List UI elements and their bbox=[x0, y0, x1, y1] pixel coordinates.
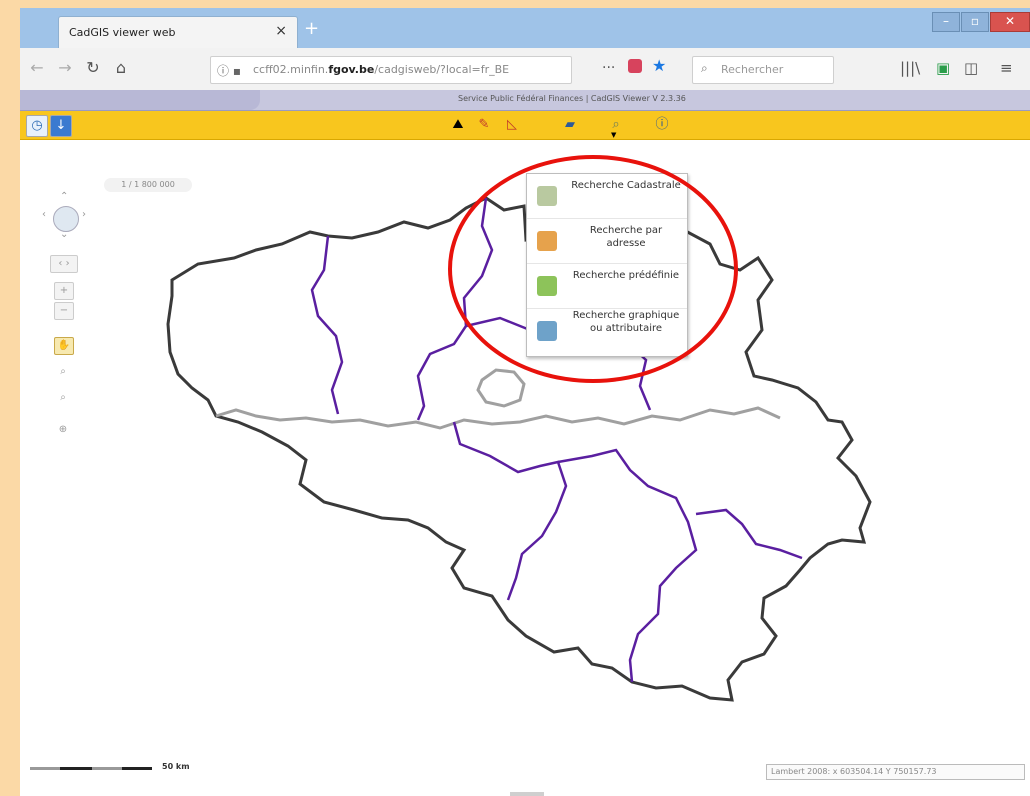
minimize-button[interactable]: – bbox=[932, 12, 960, 32]
bookmark-star-icon[interactable]: ★ bbox=[652, 56, 666, 75]
draw-tool-icon[interactable]: ✎ bbox=[474, 115, 494, 135]
pan-center-icon[interactable] bbox=[53, 206, 79, 232]
close-window-button[interactable]: ✕ bbox=[990, 12, 1030, 32]
download-icon[interactable]: ↓ bbox=[50, 115, 72, 137]
scale-ratio: 1 / 1 800 000 bbox=[104, 178, 192, 192]
pan-up-icon[interactable]: ⌃ bbox=[60, 191, 68, 202]
angle-tool-icon[interactable]: ◺ bbox=[502, 115, 522, 135]
url-bar[interactable]: ⓘ ▪ ccff02.minfin.fgov.be/cadgisweb/?loc… bbox=[210, 56, 572, 84]
dropdown-caret-icon: ▼ bbox=[611, 131, 617, 139]
sidebar-icon[interactable]: ◫ bbox=[964, 59, 978, 77]
coordinates-readout: Lambert 2008: x 603504.14 Y 750157.73 bbox=[766, 764, 1025, 780]
navigation-bar: ← → ↻ ⌂ ⓘ ▪ ccff02.minfin.fgov.be/cadgis… bbox=[20, 48, 1030, 91]
language-border bbox=[215, 406, 781, 430]
site-info-icon[interactable]: ⓘ ▪ bbox=[217, 62, 241, 79]
app-header: Service Public Fédéral Finances | CadGIS… bbox=[20, 90, 1030, 111]
brussels-border bbox=[476, 368, 526, 408]
page-actions-icon[interactable]: ··· bbox=[602, 60, 615, 76]
menu-icon[interactable]: ≡ bbox=[1000, 59, 1013, 77]
maximize-button[interactable]: ▫ bbox=[961, 12, 989, 32]
scale-label: 50 km bbox=[162, 762, 190, 771]
tab-title: CadGIS viewer web bbox=[69, 26, 176, 39]
browser-window: CadGIS viewer web × + – ▫ ✕ ← → ↻ ⌂ ⓘ ▪ … bbox=[20, 8, 1030, 796]
home-icon[interactable]: ⌂ bbox=[110, 58, 132, 77]
app-header-tab bbox=[20, 90, 260, 110]
province-border-4 bbox=[452, 421, 568, 601]
zoom-in-button[interactable]: + bbox=[54, 282, 74, 300]
reload-icon[interactable]: ↻ bbox=[82, 58, 104, 77]
measure-tool-icon[interactable]: ⛰ bbox=[448, 115, 468, 135]
pan-right-icon[interactable]: › bbox=[82, 209, 86, 220]
pan-left-icon[interactable]: ‹ bbox=[42, 209, 46, 220]
resize-handle[interactable] bbox=[510, 792, 544, 796]
url-text: ccff02.minfin.fgov.be/cadgisweb/?local=f… bbox=[253, 63, 510, 76]
zoom-box-in-icon[interactable]: ⌕ bbox=[54, 364, 72, 380]
pan-hand-button[interactable]: ✋ bbox=[54, 337, 74, 355]
tab-close-icon[interactable]: × bbox=[275, 23, 287, 39]
province-border-1 bbox=[310, 235, 344, 415]
tab-bar: CadGIS viewer web × + – ▫ ✕ bbox=[20, 8, 1030, 49]
scale-bar bbox=[30, 767, 152, 771]
browser-tab[interactable]: CadGIS viewer web × bbox=[58, 16, 298, 49]
map-toolbar: ◷ ↓ ⛰ ✎ ◺ ▰ ⌕ ▼ ⓘ bbox=[20, 111, 1030, 140]
search-placeholder: Rechercher bbox=[721, 63, 784, 76]
full-extent-icon[interactable]: ⊕ bbox=[54, 422, 72, 438]
library-icon[interactable]: |||\ bbox=[900, 59, 920, 77]
zoom-out-button[interactable]: − bbox=[54, 302, 74, 320]
app-header-text: Service Public Fédéral Finances | CadGIS… bbox=[458, 94, 686, 103]
forward-arrow-icon[interactable]: → bbox=[54, 58, 76, 77]
search-box[interactable]: ⌕ Rechercher bbox=[692, 56, 834, 84]
new-tab-icon[interactable]: + bbox=[304, 18, 319, 39]
province-border-6 bbox=[695, 508, 803, 560]
layers-tool-icon[interactable]: ▰ bbox=[560, 115, 580, 135]
history-nav-button[interactable]: ‹ › bbox=[50, 255, 78, 273]
reader-icon[interactable]: ▣ bbox=[936, 59, 950, 77]
pan-control[interactable]: ⌃ ‹ › ⌄ bbox=[42, 191, 88, 241]
zoom-box-out-icon[interactable]: ⌕ bbox=[54, 390, 72, 406]
info-tool-icon[interactable]: ⓘ bbox=[652, 115, 672, 135]
highlight-ring bbox=[448, 155, 738, 383]
back-arrow-icon[interactable]: ← bbox=[26, 58, 48, 77]
pocket-icon[interactable] bbox=[628, 59, 642, 73]
search-icon: ⌕ bbox=[701, 61, 708, 75]
window-controls: – ▫ ✕ bbox=[931, 12, 1030, 34]
history-icon[interactable]: ◷ bbox=[26, 115, 48, 137]
